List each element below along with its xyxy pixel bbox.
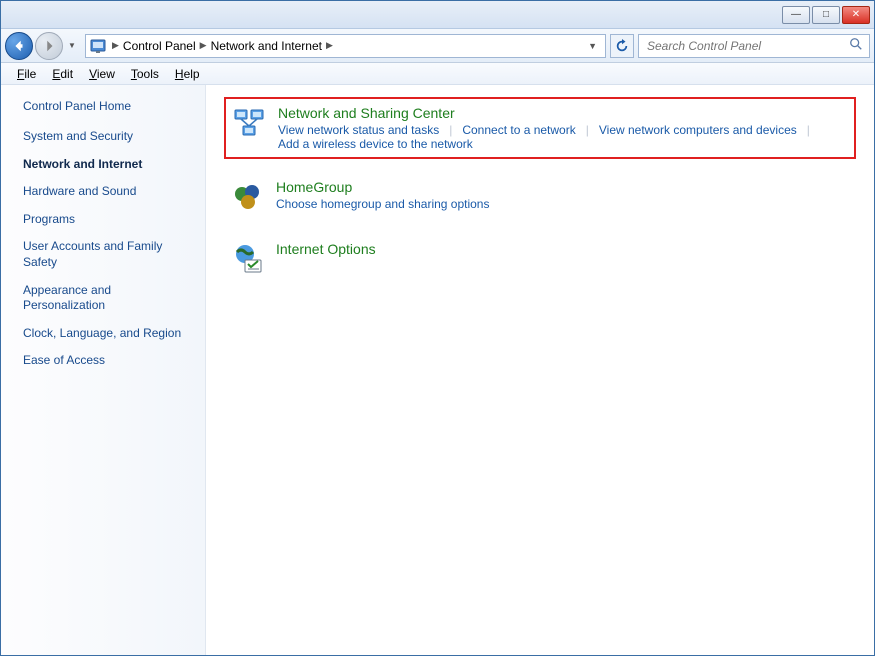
search-box[interactable] [638, 34, 870, 58]
sidebar-item-network-internet[interactable]: Network and Internet [23, 157, 195, 173]
sidebar: Control Panel Home System and Security N… [1, 85, 206, 655]
section-body: HomeGroup Choose homegroup and sharing o… [276, 179, 850, 215]
address-dropdown[interactable]: ▼ [584, 41, 601, 51]
menu-tools[interactable]: Tools [123, 65, 167, 83]
menu-help[interactable]: Help [167, 65, 208, 83]
section-links: View network status and tasks | Connect … [278, 123, 848, 151]
view-network-computers-link[interactable]: View network computers and devices [599, 123, 807, 137]
section-homegroup: HomeGroup Choose homegroup and sharing o… [224, 173, 856, 221]
homegroup-icon [230, 179, 266, 215]
network-sharing-center-link[interactable]: Network and Sharing Center [278, 105, 848, 121]
menu-view[interactable]: View [81, 65, 123, 83]
breadcrumb-item-control-panel[interactable]: Control Panel [121, 39, 198, 53]
forward-arrow-icon [42, 39, 56, 53]
internet-options-icon [230, 241, 266, 277]
breadcrumb: ▶ Control Panel ▶ Network and Internet ▶ [110, 39, 335, 53]
refresh-button[interactable] [610, 34, 634, 58]
back-button[interactable] [5, 32, 33, 60]
link-separator: | [586, 123, 599, 137]
network-sharing-icon [232, 105, 268, 141]
breadcrumb-arrow-icon[interactable]: ▶ [110, 40, 121, 51]
sidebar-item-clock-language[interactable]: Clock, Language, and Region [23, 326, 195, 342]
section-body: Internet Options [276, 241, 850, 277]
close-button[interactable]: ✕ [842, 6, 870, 24]
back-arrow-icon [12, 39, 26, 53]
sidebar-item-appearance[interactable]: Appearance and Personalization [23, 283, 195, 314]
main-panel: Network and Sharing Center View network … [206, 85, 874, 655]
link-separator: | [449, 123, 462, 137]
nav-buttons: ▼ [5, 32, 79, 60]
minimize-button[interactable]: — [782, 6, 810, 24]
sidebar-item-programs[interactable]: Programs [23, 212, 195, 228]
menubar: File Edit View Tools Help [1, 63, 874, 85]
section-links: Choose homegroup and sharing options [276, 197, 850, 211]
maximize-button[interactable]: □ [812, 6, 840, 24]
breadcrumb-arrow-icon[interactable]: ▶ [198, 40, 209, 51]
link-separator: | [807, 123, 820, 137]
search-input[interactable] [645, 38, 849, 54]
search-icon[interactable] [849, 37, 863, 54]
control-panel-window: — □ ✕ ▼ ▶ Control Panel ▶ Network and In… [0, 0, 875, 656]
section-network-sharing: Network and Sharing Center View network … [224, 97, 856, 159]
connect-to-network-link[interactable]: Connect to a network [462, 123, 585, 137]
address-bar[interactable]: ▶ Control Panel ▶ Network and Internet ▶… [85, 34, 606, 58]
refresh-icon [615, 39, 629, 53]
forward-button[interactable] [35, 32, 63, 60]
add-wireless-device-link[interactable]: Add a wireless device to the network [278, 137, 483, 151]
control-panel-home-link[interactable]: Control Panel Home [23, 99, 195, 113]
location-icon [90, 38, 106, 54]
titlebar: — □ ✕ [1, 1, 874, 29]
breadcrumb-item-network[interactable]: Network and Internet [209, 39, 324, 53]
menu-edit[interactable]: Edit [44, 65, 81, 83]
homegroup-link[interactable]: HomeGroup [276, 179, 850, 195]
sidebar-item-user-accounts[interactable]: User Accounts and Family Safety [23, 239, 195, 270]
menu-file[interactable]: File [9, 65, 44, 83]
content-area: Control Panel Home System and Security N… [1, 85, 874, 655]
view-network-status-link[interactable]: View network status and tasks [278, 123, 449, 137]
navbar: ▼ ▶ Control Panel ▶ Network and Internet… [1, 29, 874, 63]
section-body: Network and Sharing Center View network … [278, 105, 848, 151]
recent-pages-dropdown[interactable]: ▼ [65, 33, 79, 59]
sidebar-item-ease-of-access[interactable]: Ease of Access [23, 353, 195, 369]
internet-options-link[interactable]: Internet Options [276, 241, 850, 257]
breadcrumb-arrow-icon[interactable]: ▶ [324, 40, 335, 51]
sidebar-item-hardware-sound[interactable]: Hardware and Sound [23, 184, 195, 200]
choose-homegroup-options-link[interactable]: Choose homegroup and sharing options [276, 197, 499, 211]
section-internet-options: Internet Options [224, 235, 856, 283]
sidebar-item-system-security[interactable]: System and Security [23, 129, 195, 145]
